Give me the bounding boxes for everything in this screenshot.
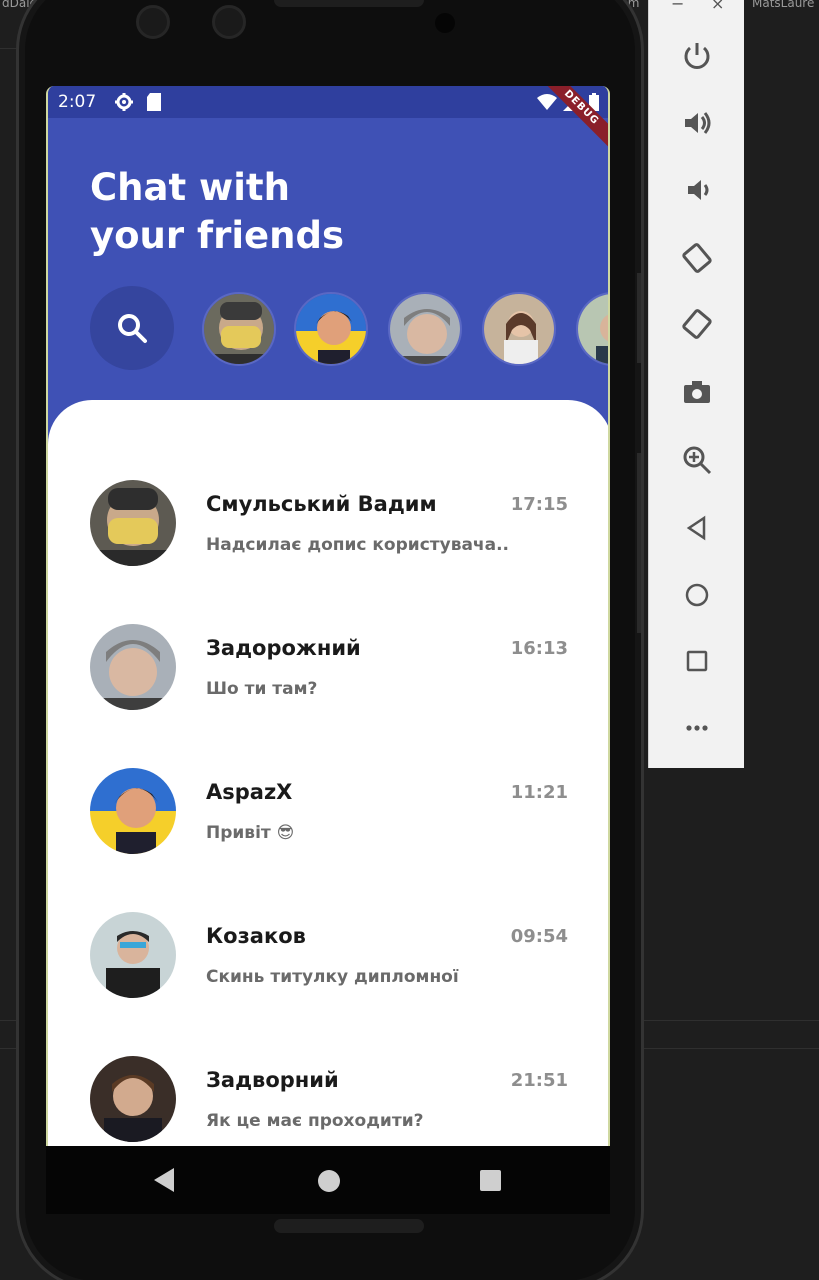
chat-name: Задорожний xyxy=(206,636,361,660)
story-avatar[interactable] xyxy=(482,292,556,366)
back-icon xyxy=(686,515,706,541)
volume-down-button[interactable] xyxy=(677,170,717,210)
story-avatar[interactable] xyxy=(576,292,608,366)
overview-icon xyxy=(686,650,708,672)
chat-time: 17:15 xyxy=(510,494,568,515)
chat-last-message: Шо ти там? xyxy=(206,679,318,699)
zoom-icon xyxy=(683,446,712,475)
more-button[interactable] xyxy=(677,708,717,748)
navigation-bar xyxy=(46,1146,610,1214)
chat-time: 21:51 xyxy=(510,1070,568,1091)
rotate-right-icon xyxy=(682,309,712,339)
stories-row xyxy=(90,286,608,372)
chat-name: Козаков xyxy=(206,924,306,948)
chat-last-message: Надсилає допис користувача.. xyxy=(206,535,509,555)
status-bar: 2:07 DEBUG xyxy=(48,86,608,153)
chat-list: Смульський Вадим 17:15 Надсилає допис ко… xyxy=(48,400,608,1146)
chat-last-message: Як це має проходити? xyxy=(206,1111,424,1131)
top-speaker xyxy=(274,0,424,7)
chat-list-item[interactable]: Задворний 21:51 Як це має проходити? xyxy=(90,1056,570,1146)
story-avatar[interactable] xyxy=(202,292,276,366)
power-icon xyxy=(684,43,710,69)
page-title: Chat with your friends xyxy=(90,166,344,257)
chat-list-item[interactable]: Козаков 09:54 Скинь титулку дипломної xyxy=(90,912,570,1002)
chat-last-message: Привіт 😎 xyxy=(206,823,295,843)
proximity-sensor xyxy=(435,13,455,33)
sd-card-icon xyxy=(146,92,162,117)
search-icon xyxy=(118,314,147,343)
home-icon[interactable] xyxy=(318,1170,340,1192)
home-icon xyxy=(685,583,709,607)
back-icon[interactable] xyxy=(154,1168,174,1192)
wifi-icon xyxy=(536,92,558,117)
emulator-desktop: dDaie Com MatsLaure 2:07 xyxy=(0,0,819,1280)
story-avatar[interactable] xyxy=(388,292,462,366)
chat-time: 11:21 xyxy=(510,782,568,803)
chat-list-item[interactable]: Смульський Вадим 17:15 Надсилає допис ко… xyxy=(90,480,570,570)
rotate-left-button[interactable] xyxy=(677,238,717,278)
rotate-left-icon xyxy=(682,243,712,273)
emulator-toolbar: − × xyxy=(648,0,744,768)
close-button[interactable]: × xyxy=(711,0,724,13)
chat-name: Задворний xyxy=(206,1068,339,1092)
avatar xyxy=(90,1056,176,1142)
bottom-speaker xyxy=(274,1219,424,1233)
chat-name: Смульський Вадим xyxy=(206,492,437,516)
recents-icon[interactable] xyxy=(480,1170,501,1191)
search-button[interactable] xyxy=(90,286,174,370)
app-screen: 2:07 DEBUG Chat with your friends Смульс… xyxy=(46,86,610,1146)
chat-time: 16:13 xyxy=(510,638,568,659)
more-icon xyxy=(686,725,708,731)
chat-list-item[interactable]: AspazX 11:21 Привіт 😎 xyxy=(90,768,570,858)
rotate-right-button[interactable] xyxy=(677,304,717,344)
story-avatar[interactable] xyxy=(294,292,368,366)
back-button[interactable] xyxy=(677,508,717,548)
status-time: 2:07 xyxy=(58,92,97,112)
avatar xyxy=(90,624,176,710)
chat-last-message: Скинь титулку дипломної xyxy=(206,967,459,987)
power-button[interactable] xyxy=(677,36,717,76)
ide-top-right-text: MatsLaure xyxy=(752,0,815,10)
volume-down-icon xyxy=(688,180,709,200)
power-side-button xyxy=(637,273,641,363)
chat-time: 09:54 xyxy=(510,926,568,947)
overview-button[interactable] xyxy=(677,641,717,681)
front-camera xyxy=(136,5,170,39)
volume-up-button[interactable] xyxy=(677,103,717,143)
camera-icon xyxy=(684,381,710,403)
volume-side-button xyxy=(637,453,641,633)
chat-name: AspazX xyxy=(206,780,293,804)
chat-list-item[interactable]: Задорожний 16:13 Шо ти там? xyxy=(90,624,570,714)
settings-icon xyxy=(114,92,134,117)
avatar xyxy=(90,768,176,854)
home-button[interactable] xyxy=(677,575,717,615)
volume-up-icon xyxy=(685,112,711,134)
zoom-button[interactable] xyxy=(677,440,717,480)
avatar xyxy=(90,912,176,998)
minimize-button[interactable]: − xyxy=(671,0,684,13)
avatar xyxy=(90,480,176,566)
front-sensor xyxy=(212,5,246,39)
screenshot-button[interactable] xyxy=(677,372,717,412)
